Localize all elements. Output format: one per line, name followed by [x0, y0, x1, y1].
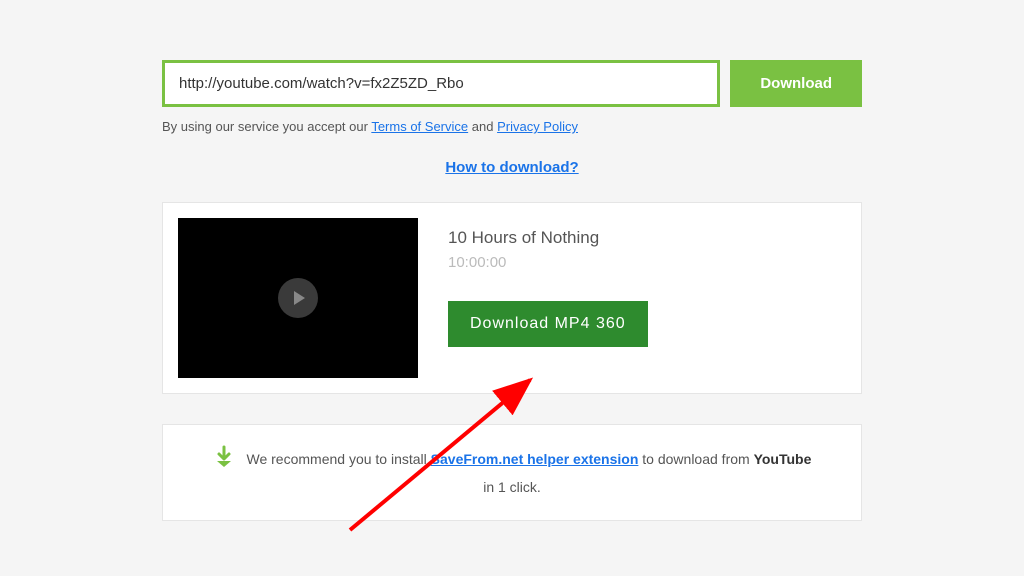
recommend-site: YouTube	[754, 451, 812, 467]
result-card: 10 Hours of Nothing 10:00:00 Download MP…	[162, 202, 862, 394]
recommend-suffix: in 1 click.	[483, 479, 541, 495]
extension-link[interactable]: SaveFrom.net helper extension	[431, 451, 639, 467]
video-meta: 10 Hours of Nothing 10:00:00 Download MP…	[448, 218, 648, 378]
download-button[interactable]: Download	[730, 60, 862, 107]
download-format-button[interactable]: Download MP4 360	[448, 301, 648, 347]
tos-line: By using our service you accept our Term…	[162, 119, 862, 134]
play-icon	[278, 278, 318, 318]
url-input-wrap	[162, 60, 720, 107]
video-thumbnail[interactable]	[178, 218, 418, 378]
recommend-prefix: We recommend you to install	[247, 451, 431, 467]
tos-mid: and	[472, 119, 497, 134]
recommend-mid: to download from	[642, 451, 753, 467]
tos-prefix: By using our service you accept our	[162, 119, 371, 134]
privacy-link[interactable]: Privacy Policy	[497, 119, 578, 134]
howto-link[interactable]: How to download?	[445, 159, 578, 176]
video-duration: 10:00:00	[448, 254, 648, 271]
howto-line: How to download?	[162, 159, 862, 177]
tos-link[interactable]: Terms of Service	[371, 119, 468, 134]
url-input[interactable]	[165, 63, 717, 104]
url-row: Download	[162, 60, 862, 107]
recommend-card: We recommend you to install SaveFrom.net…	[162, 424, 862, 521]
video-title: 10 Hours of Nothing	[448, 228, 648, 248]
download-arrow-icon	[213, 445, 235, 475]
